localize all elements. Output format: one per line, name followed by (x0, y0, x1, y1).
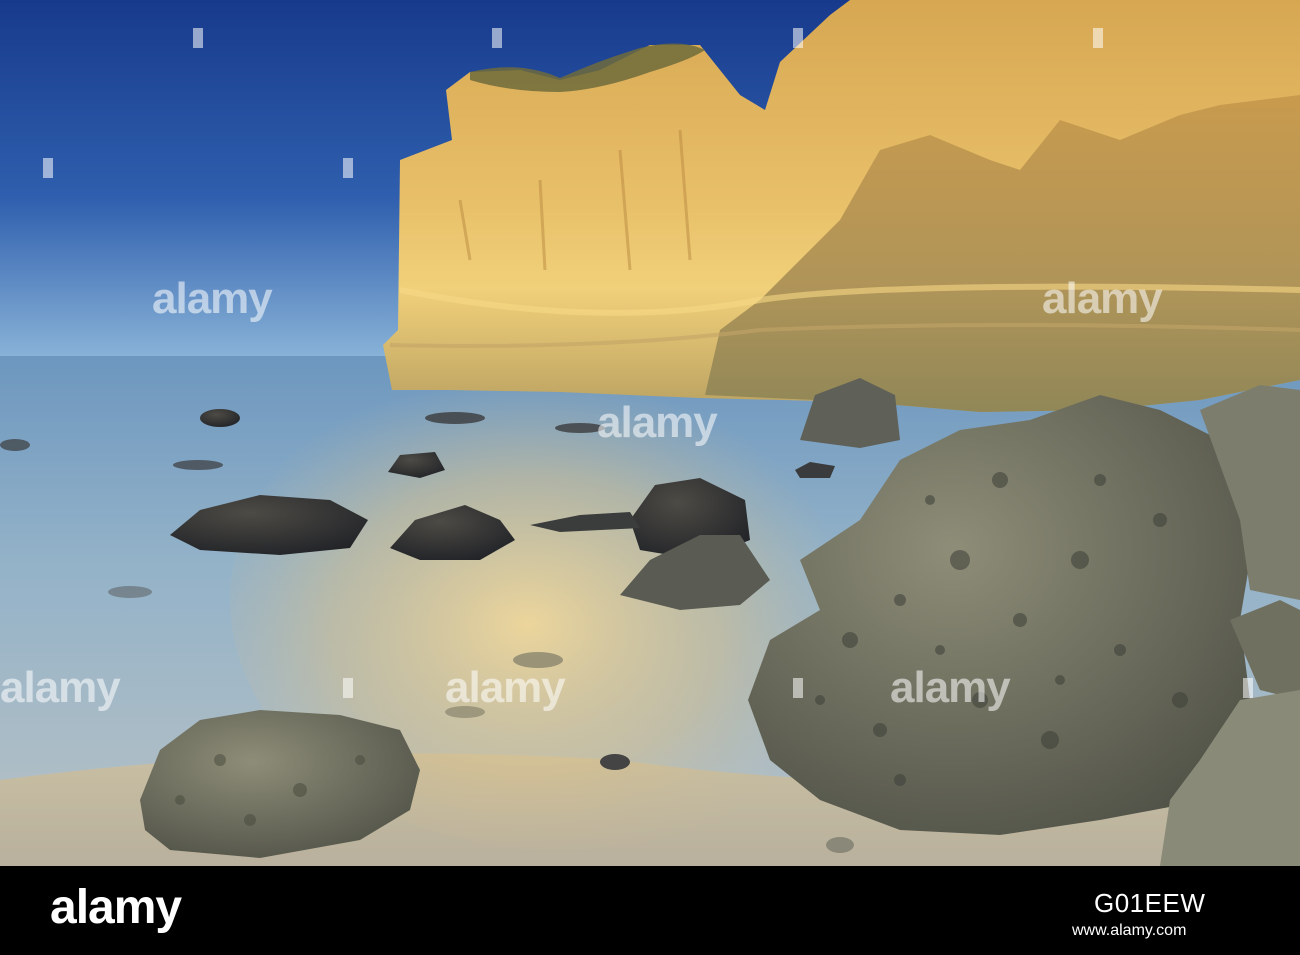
watermark-mark (343, 678, 353, 698)
image-id: G01EEW (1094, 888, 1206, 918)
watermark-text: alamy (445, 663, 566, 712)
watermark-mark (793, 28, 803, 48)
watermark-text: alamy (152, 274, 273, 323)
watermark-mark (1093, 28, 1103, 48)
watermark-mark (793, 678, 803, 698)
site-url[interactable]: www.alamy.com (1072, 922, 1186, 940)
watermark-mark (492, 28, 502, 48)
watermark-text: alamy (1042, 274, 1163, 323)
watermark-mark (43, 158, 53, 178)
watermark-mark (1243, 678, 1253, 698)
alamy-logo[interactable]: alamy (50, 884, 182, 932)
watermark-text: alamy (0, 663, 121, 712)
watermark-mark (193, 28, 203, 48)
watermark-mark (343, 158, 353, 178)
watermark-text: alamy (890, 663, 1011, 712)
stock-photo-viewer: alamy alamy alamy alamy alamy alamy alam… (0, 0, 1300, 955)
footer-bar: alamy G01EEW www.alamy.com (0, 866, 1300, 955)
watermark-text: alamy (597, 398, 718, 447)
